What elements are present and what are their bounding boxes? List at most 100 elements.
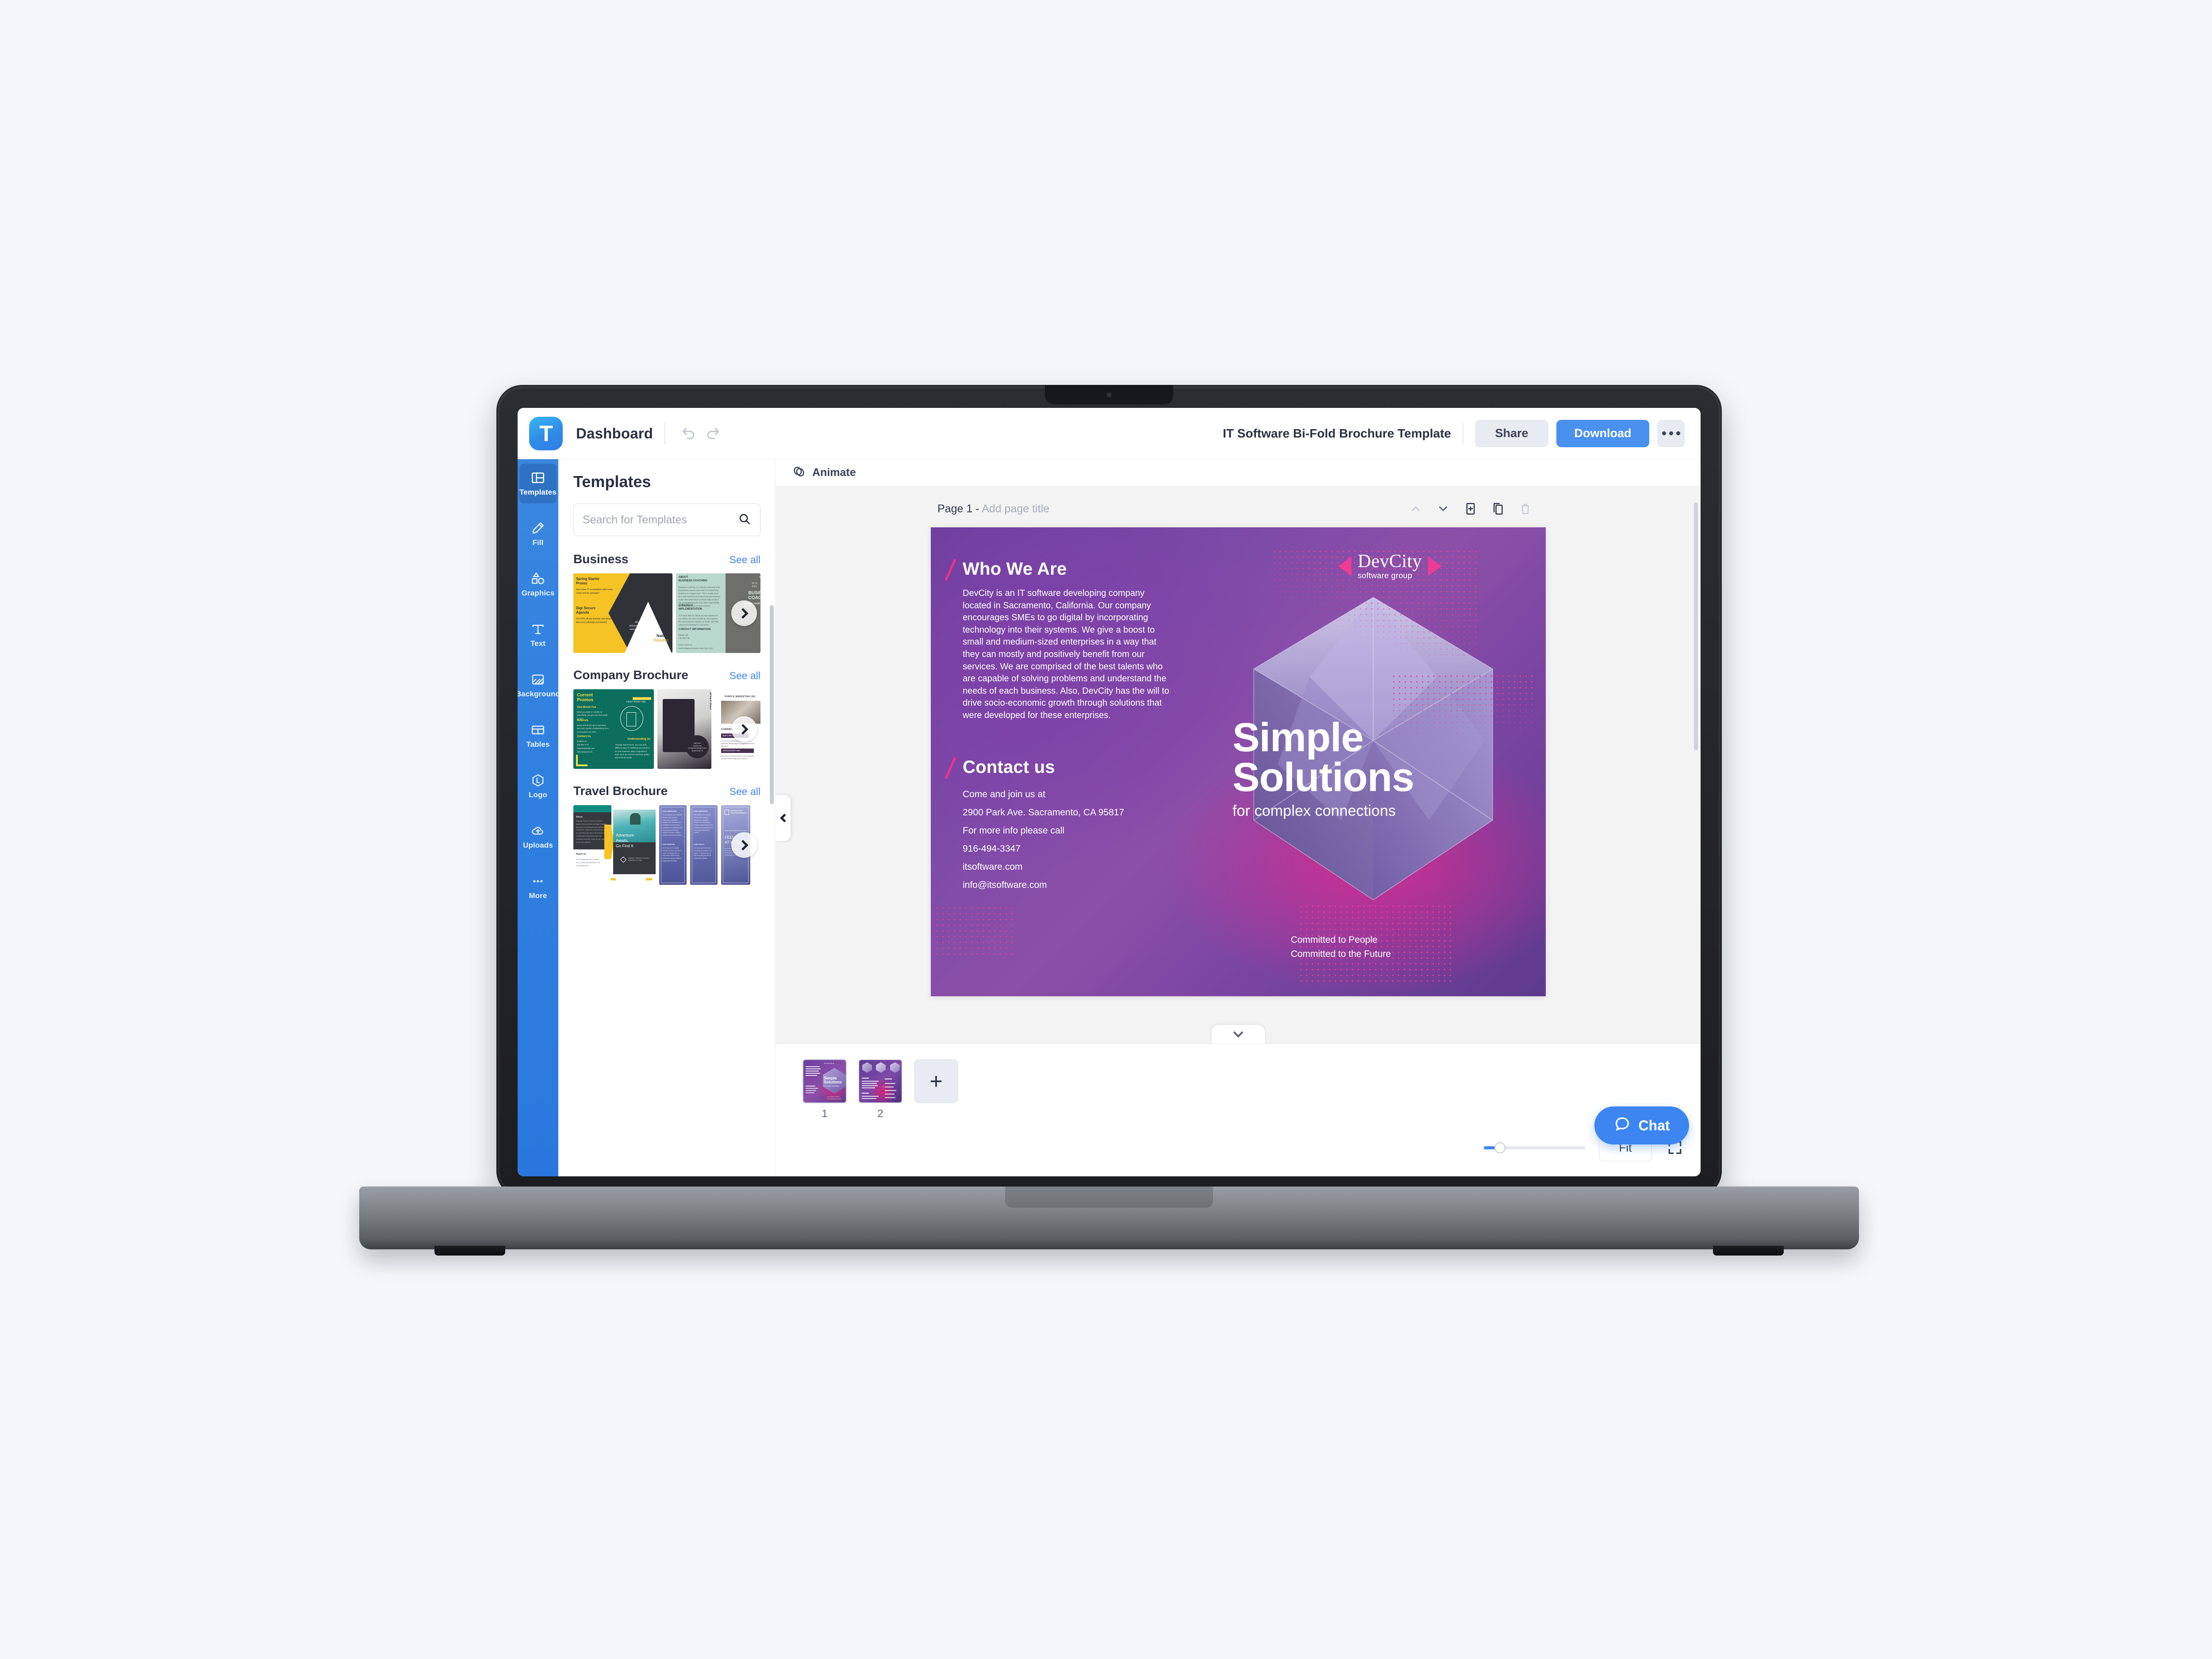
page-thumbnail-1[interactable]: Simple Solutions for complex connections … bbox=[803, 1059, 847, 1120]
search-templates-field[interactable] bbox=[573, 503, 760, 536]
see-all-business[interactable]: See all bbox=[730, 554, 760, 566]
animate-toolbar: Animate bbox=[776, 459, 1701, 487]
page-art: Simple Solutions for complex connections … bbox=[803, 1060, 846, 1102]
dot bbox=[1676, 431, 1680, 435]
template-thumbnail[interactable]: OUR AMENITIES With facilities how seasid… bbox=[690, 805, 718, 885]
sidebar-item-graphics[interactable]: Graphics bbox=[519, 565, 557, 604]
delete-page-icon[interactable] bbox=[1512, 496, 1539, 521]
contact-line: For more info please call bbox=[963, 825, 1064, 836]
sidebar-item-tables[interactable]: Tables bbox=[519, 716, 557, 756]
chevron-left-icon bbox=[780, 813, 789, 822]
brand-subtitle: software group bbox=[1357, 571, 1413, 580]
hero-line-2: Solutions bbox=[1233, 755, 1414, 800]
document-title[interactable]: IT Software Bi-Fold Brochure Template bbox=[1223, 426, 1451, 441]
left-sidebar: Templates Fill Graphics Text Background … bbox=[518, 459, 560, 1176]
dashboard-link[interactable]: Dashboard bbox=[576, 425, 653, 442]
panel-scrollbar[interactable] bbox=[770, 605, 774, 804]
tables-icon bbox=[530, 722, 545, 737]
ellipsis-icon bbox=[530, 874, 545, 889]
contact-line: 916-494-3347 bbox=[963, 843, 1021, 854]
next-templates-button[interactable] bbox=[731, 600, 757, 626]
template-thumbnail[interactable]: OUR AMENITIES From Summer Cove Seaside R… bbox=[659, 805, 687, 885]
laptop-mockup: T Dashboard IT Software Bi-Fold Brochure… bbox=[359, 385, 1859, 1256]
page-label: Page 1 - Add page title bbox=[937, 503, 1049, 515]
sidebar-item-logo[interactable]: Logo bbox=[519, 766, 557, 806]
add-page-icon[interactable] bbox=[1457, 496, 1484, 521]
search-input[interactable] bbox=[583, 513, 738, 526]
sidebar-item-more[interactable]: More bbox=[519, 867, 557, 907]
undo-icon[interactable] bbox=[677, 422, 701, 445]
hero-title[interactable]: Simple Solutions for complex connections bbox=[1233, 717, 1516, 820]
template-thumbnail[interactable]: Spring Starter Promo Get a free IT consul… bbox=[573, 573, 672, 653]
contact-line: itsoftware.com bbox=[963, 861, 1023, 872]
devcity-logo[interactable]: DevCity software group bbox=[1338, 552, 1441, 580]
share-button[interactable]: Share bbox=[1475, 419, 1548, 447]
sidebar-item-uploads[interactable]: Uploads bbox=[519, 817, 557, 856]
zoom-slider-knob[interactable] bbox=[1494, 1142, 1505, 1153]
sidebar-label: Logo bbox=[529, 791, 547, 799]
who-we-are-heading[interactable]: Who We Are bbox=[963, 559, 1067, 579]
laptop-lid: T Dashboard IT Software Bi-Fold Brochure… bbox=[496, 385, 1722, 1197]
pages-bar: Simple Solutions for complex connections … bbox=[776, 1044, 1701, 1176]
animate-icon[interactable] bbox=[792, 465, 806, 481]
template-thumbnail[interactable]: CREATIVEMISS hello therea guide nowmenag… bbox=[657, 689, 711, 769]
contact-line: 2900 Park Ave. Sacramento, CA 95817 bbox=[963, 807, 1125, 818]
page-preview[interactable] bbox=[858, 1059, 902, 1103]
sidebar-label: Graphics bbox=[521, 589, 555, 597]
zoom-slider[interactable] bbox=[1484, 1142, 1586, 1153]
sidebar-item-templates[interactable]: Templates bbox=[519, 464, 557, 503]
more-options-button[interactable] bbox=[1657, 419, 1685, 447]
move-down-icon[interactable] bbox=[1429, 496, 1457, 521]
dot bbox=[1662, 431, 1666, 435]
laptop-screen: T Dashboard IT Software Bi-Fold Brochure… bbox=[518, 408, 1701, 1176]
who-we-are-body[interactable]: DevCity is an IT software developing com… bbox=[963, 588, 1171, 722]
redo-icon[interactable] bbox=[701, 422, 725, 445]
template-thumbnail[interactable]: About Nobody Travel & Tours is a travel … bbox=[573, 805, 656, 885]
chevron-right-icon bbox=[737, 607, 749, 619]
template-row-travel-brochure[interactable]: About Nobody Travel & Tours is a travel … bbox=[573, 805, 760, 885]
template-row-company-brochure[interactable]: Current Promos One Month Fee When you ava… bbox=[573, 689, 760, 769]
see-all-company-brochure[interactable]: See all bbox=[730, 670, 760, 682]
contact-heading[interactable]: Contact us bbox=[963, 757, 1055, 777]
canvas-scrollbar[interactable] bbox=[1694, 503, 1698, 750]
duplicate-page-icon[interactable] bbox=[1484, 496, 1512, 521]
page-number-label: Page 1 - bbox=[937, 502, 979, 515]
collapse-panel-button[interactable] bbox=[776, 795, 791, 841]
page-preview[interactable]: Simple Solutions for complex connections … bbox=[803, 1059, 847, 1103]
dot-pattern bbox=[934, 905, 1014, 958]
see-all-travel-brochure[interactable]: See all bbox=[730, 786, 760, 798]
next-templates-button[interactable] bbox=[731, 716, 757, 742]
sidebar-label: Tables bbox=[526, 740, 550, 749]
expand-pages-button[interactable] bbox=[1212, 1025, 1265, 1044]
animate-label[interactable]: Animate bbox=[812, 466, 856, 479]
top-bar: T Dashboard IT Software Bi-Fold Brochure… bbox=[518, 408, 1701, 459]
dot bbox=[1669, 431, 1673, 435]
sidebar-label: Templates bbox=[519, 488, 557, 496]
sidebar-label: Fill bbox=[532, 538, 544, 547]
page-title-placeholder[interactable]: Add page title bbox=[982, 503, 1049, 515]
laptop-foot bbox=[1713, 1246, 1784, 1256]
sidebar-item-text[interactable]: Text bbox=[519, 615, 557, 655]
chat-button[interactable]: Chat bbox=[1594, 1106, 1689, 1144]
panel-title: Templates bbox=[573, 472, 651, 491]
commitment-block[interactable]: Committed to People Committed to the Fut… bbox=[1291, 933, 1391, 962]
page-thumbnail-2[interactable]: 2 bbox=[858, 1059, 902, 1120]
app-logo[interactable]: T bbox=[529, 416, 563, 450]
download-button[interactable]: Download bbox=[1556, 419, 1649, 447]
add-page-button[interactable]: + bbox=[914, 1059, 958, 1103]
templates-panel: Templates Business See all bbox=[558, 459, 776, 1176]
template-row-business[interactable]: Spring Starter Promo Get a free IT consul… bbox=[573, 573, 760, 653]
category-header-travel-brochure: Travel Brochure See all bbox=[573, 784, 760, 798]
webcam-dot bbox=[1106, 392, 1112, 397]
search-icon[interactable] bbox=[738, 512, 751, 528]
page-number: 2 bbox=[877, 1108, 883, 1120]
contact-details[interactable]: Come and join us at 2900 Park Ave. Sacra… bbox=[963, 786, 1171, 895]
sidebar-item-fill[interactable]: Fill bbox=[519, 514, 557, 554]
chevron-left-mark-icon bbox=[1338, 557, 1352, 576]
design-canvas[interactable]: Who We Are DevCity is an IT software dev… bbox=[931, 527, 1546, 996]
next-templates-button[interactable] bbox=[731, 832, 757, 858]
sidebar-item-background[interactable]: Background bbox=[518, 665, 560, 705]
template-thumbnail[interactable]: Current Promos One Month Fee When you ava… bbox=[573, 689, 654, 769]
category-header-business: Business See all bbox=[573, 552, 760, 566]
move-up-icon[interactable] bbox=[1402, 496, 1429, 521]
